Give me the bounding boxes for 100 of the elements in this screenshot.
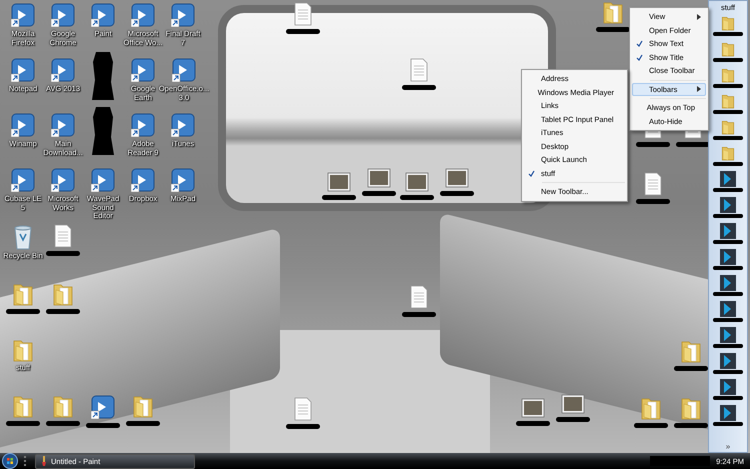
- redaction-mark: [713, 162, 743, 166]
- application-icon[interactable]: [50, 2, 76, 28]
- redaction-mark: [556, 417, 590, 422]
- recycle-bin-icon[interactable]: [12, 224, 34, 250]
- application-icon[interactable]: [130, 57, 156, 83]
- folder-icon[interactable]: [680, 339, 702, 363]
- redaction-mark: [286, 424, 320, 429]
- document-icon[interactable]: [643, 172, 663, 196]
- start-button[interactable]: [2, 453, 18, 469]
- redaction-mark: [636, 199, 670, 204]
- application-icon[interactable]: [171, 57, 197, 83]
- redaction-mark: [674, 366, 708, 371]
- redaction-mark: [6, 421, 40, 426]
- folder-icon[interactable]: [52, 394, 74, 418]
- application-icon[interactable]: [720, 197, 736, 213]
- redaction-mark: [516, 421, 550, 426]
- application-icon[interactable]: [720, 223, 736, 239]
- application-icon[interactable]: [90, 394, 116, 420]
- more-button[interactable]: »: [726, 442, 730, 451]
- redaction-mark: [713, 84, 743, 88]
- redaction-mark: [713, 344, 743, 348]
- redaction-mark: [86, 423, 120, 428]
- folder-icon[interactable]: [12, 338, 34, 362]
- application-icon[interactable]: [90, 167, 116, 193]
- photo-thumbnail[interactable]: [561, 394, 585, 414]
- application-icon[interactable]: [720, 249, 736, 265]
- folder-icon[interactable]: [721, 41, 735, 57]
- redaction-mark: [713, 188, 743, 192]
- redaction-mark: [636, 142, 670, 147]
- redaction-mark: [713, 58, 743, 62]
- redaction-mark: [713, 110, 743, 114]
- folder-icon[interactable]: [721, 93, 735, 109]
- redaction-mark: [322, 195, 356, 200]
- application-icon[interactable]: [170, 112, 196, 138]
- redaction-mark: [634, 423, 668, 428]
- photo-thumbnail[interactable]: [405, 172, 429, 192]
- redaction-mark: [362, 191, 396, 196]
- application-icon[interactable]: [10, 57, 36, 83]
- redaction-mark: [596, 27, 630, 32]
- document-icon[interactable]: [409, 285, 429, 309]
- folder-icon[interactable]: [12, 394, 34, 418]
- application-icon[interactable]: [720, 327, 736, 343]
- redaction-mark: [650, 456, 710, 466]
- document-icon[interactable]: [293, 397, 313, 421]
- folder-icon[interactable]: [680, 396, 702, 420]
- redaction-mark: [713, 136, 743, 140]
- folder-icon[interactable]: [602, 0, 624, 24]
- application-icon[interactable]: [130, 167, 156, 193]
- application-icon[interactable]: [10, 112, 36, 138]
- application-icon[interactable]: [720, 379, 736, 395]
- folder-icon[interactable]: [52, 282, 74, 306]
- application-icon[interactable]: [720, 353, 736, 369]
- redaction-mark: [400, 195, 434, 200]
- document-icon[interactable]: [53, 224, 73, 248]
- redaction-mark: [713, 292, 743, 296]
- application-icon[interactable]: [170, 167, 196, 193]
- folder-icon[interactable]: [721, 145, 735, 161]
- redaction-mark: [713, 214, 743, 218]
- application-icon[interactable]: [50, 57, 76, 83]
- application-icon[interactable]: [10, 167, 36, 193]
- redaction-mark: [713, 370, 743, 374]
- folder-icon[interactable]: [132, 394, 154, 418]
- photo-thumbnail[interactable]: [327, 172, 351, 192]
- document-icon[interactable]: [293, 2, 313, 26]
- application-icon[interactable]: [50, 167, 76, 193]
- folder-icon[interactable]: [721, 67, 735, 83]
- redaction-mark: [46, 309, 80, 314]
- paintbrush-icon: [40, 456, 48, 466]
- photo-thumbnail[interactable]: [521, 398, 545, 418]
- application-icon[interactable]: [720, 171, 736, 187]
- redaction-mark: [440, 191, 474, 196]
- redaction-mark: [402, 85, 436, 90]
- application-icon[interactable]: [720, 275, 736, 291]
- folder-icon[interactable]: [721, 119, 735, 135]
- redaction-scribble: [90, 105, 116, 157]
- redaction-mark: [46, 251, 80, 256]
- application-icon[interactable]: [130, 112, 156, 138]
- folder-icon[interactable]: [640, 396, 662, 420]
- application-icon[interactable]: [130, 2, 156, 28]
- application-icon[interactable]: [720, 301, 736, 317]
- redaction-mark: [6, 309, 40, 314]
- redaction-mark: [676, 142, 710, 147]
- folder-icon[interactable]: [12, 282, 34, 306]
- application-icon[interactable]: [90, 2, 116, 28]
- application-icon[interactable]: [10, 2, 36, 28]
- photo-thumbnail[interactable]: [445, 168, 469, 188]
- application-icon[interactable]: [50, 112, 76, 138]
- folder-icon[interactable]: [721, 15, 735, 31]
- redaction-mark: [46, 421, 80, 426]
- redaction-mark: [126, 421, 160, 426]
- redaction-scribble: [90, 50, 116, 102]
- redaction-mark: [713, 422, 743, 426]
- redaction-mark: [713, 240, 743, 244]
- application-icon[interactable]: [720, 405, 736, 421]
- photo-thumbnail[interactable]: [367, 168, 391, 188]
- redaction-mark: [674, 423, 708, 428]
- redaction-mark: [402, 312, 436, 317]
- application-icon[interactable]: [170, 2, 196, 28]
- redaction-mark: [713, 266, 743, 270]
- redaction-mark: [713, 32, 743, 36]
